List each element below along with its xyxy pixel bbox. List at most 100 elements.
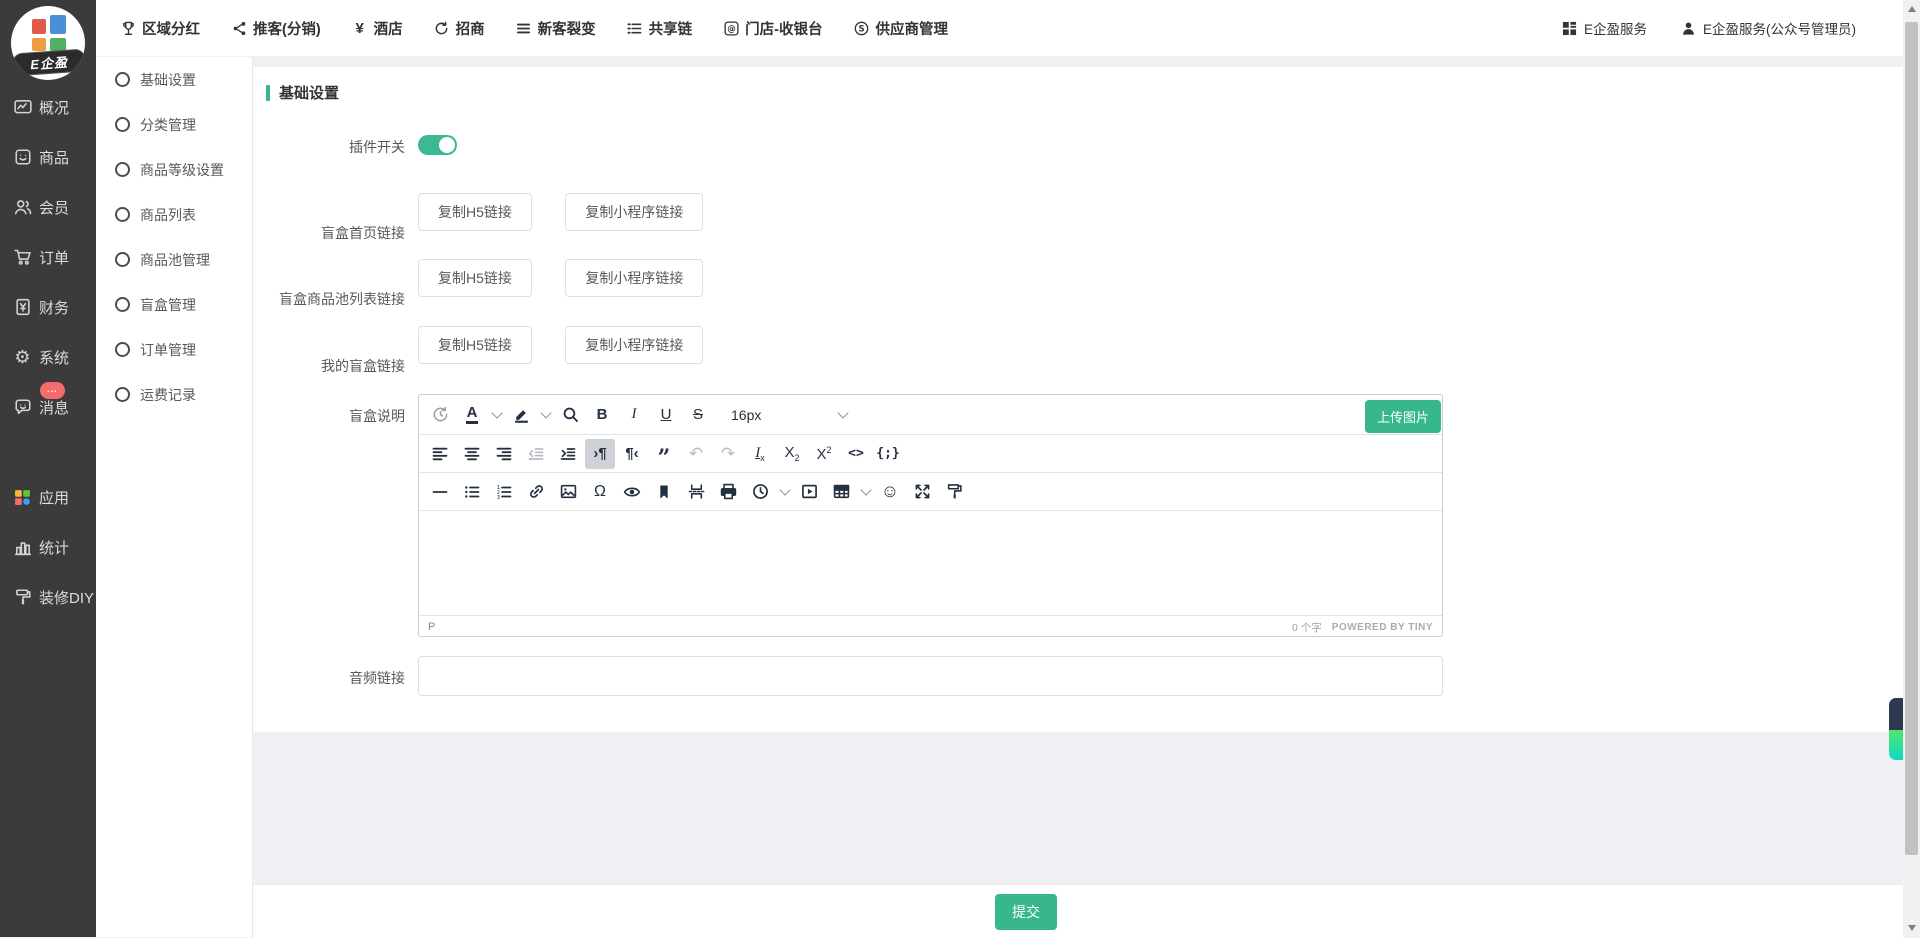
strikethrough-button[interactable]: S	[683, 400, 713, 430]
overview-icon	[14, 98, 32, 116]
table-button[interactable]	[826, 477, 856, 507]
table-menu-button[interactable]	[858, 477, 873, 507]
clear-formatting-button[interactable]: Ix	[745, 439, 775, 469]
anchor-button[interactable]	[649, 477, 679, 507]
undo-history-button[interactable]	[425, 400, 455, 430]
logo-orange-square	[32, 38, 46, 51]
service-menu[interactable]: E企盈服务	[1562, 18, 1647, 38]
powered-by-tiny[interactable]: POWERED BY TINY	[1332, 622, 1433, 633]
sidebar-item-goods[interactable]: 商品	[0, 142, 96, 172]
section-header: 基础设置	[266, 82, 339, 103]
emoticons-button[interactable]: ☺	[875, 477, 905, 507]
print-button[interactable]	[713, 477, 743, 507]
sidebar-item-system[interactable]: ⚙ 系统	[0, 342, 96, 372]
submenu-item-basic-settings[interactable]: 基础设置	[96, 57, 252, 102]
topnav-item-new-customer-fission[interactable]: 新客裂变	[516, 18, 596, 39]
highlight-color-menu-button[interactable]	[538, 400, 553, 430]
underline-button[interactable]: U	[651, 400, 681, 430]
main-sidebar: E企盈 概况 商品 会员 订单 财务 ⚙ 系统 消息 ...	[0, 0, 96, 937]
topnav-item-share-chain[interactable]: 共享链	[627, 18, 693, 39]
topnav-item-store-cashier[interactable]: @ 门店-收银台	[723, 18, 822, 39]
undo-button[interactable]: ↶	[681, 439, 711, 469]
code-button[interactable]: <>	[841, 439, 871, 469]
horizontal-rule-button[interactable]	[425, 477, 455, 507]
fullscreen-button[interactable]	[907, 477, 937, 507]
sidebar-item-messages[interactable]: 消息 ...	[0, 392, 96, 422]
topnav-item-supplier-management[interactable]: S 供应商管理	[854, 18, 949, 39]
search-replace-button[interactable]	[555, 400, 585, 430]
text-color-button[interactable]: A	[457, 400, 487, 430]
numbered-list-button[interactable]: 123	[489, 477, 519, 507]
rtl-button[interactable]: ¶‹	[617, 439, 647, 469]
font-size-select[interactable]: 16px	[722, 400, 856, 430]
image-button[interactable]	[553, 477, 583, 507]
preview-button[interactable]	[617, 477, 647, 507]
bold-button[interactable]: B	[587, 400, 617, 430]
radio-circle-icon	[115, 207, 130, 222]
editor-content-area[interactable]	[419, 511, 1442, 615]
outdent-button[interactable]	[521, 439, 551, 469]
indent-button[interactable]	[553, 439, 583, 469]
align-left-button[interactable]	[425, 439, 455, 469]
submenu-item-category-management[interactable]: 分类管理	[96, 102, 252, 147]
link-button[interactable]	[521, 477, 551, 507]
ltr-button[interactable]: ›¶	[585, 439, 615, 469]
sidebar-item-decorate-diy[interactable]: 装修DIY	[0, 582, 96, 612]
sidebar-item-orders[interactable]: 订单	[0, 242, 96, 272]
copy-h5-link-button[interactable]: 复制H5链接	[418, 326, 532, 364]
copy-h5-link-button[interactable]: 复制H5链接	[418, 259, 532, 297]
sidebar-item-members[interactable]: 会员	[0, 192, 96, 222]
sidebar-item-statistics[interactable]: 统计	[0, 532, 96, 562]
submenu-item-goods-level-settings[interactable]: 商品等级设置	[96, 147, 252, 192]
media-button[interactable]	[794, 477, 824, 507]
scroll-up-arrow-icon[interactable]	[1908, 6, 1916, 12]
superscript-button[interactable]: X2	[809, 439, 839, 469]
submenu-item-freight-records[interactable]: 运费记录	[96, 372, 252, 417]
account-menu[interactable]: E企盈服务(公众号管理员)	[1681, 18, 1856, 38]
special-char-button[interactable]: Ω	[585, 477, 615, 507]
subscript-button[interactable]: X2	[777, 439, 807, 469]
redo-button[interactable]: ↷	[713, 439, 743, 469]
copy-h5-link-button[interactable]: 复制H5链接	[418, 193, 532, 231]
copy-miniprogram-link-button[interactable]: 复制小程序链接	[565, 193, 703, 231]
insert-datetime-button[interactable]	[745, 477, 775, 507]
submenu: 基础设置 分类管理 商品等级设置 商品列表 商品池管理 盲盒管理 订单管理 运费…	[96, 56, 253, 937]
topnav-item-region-dividend[interactable]: 区域分红	[120, 18, 200, 39]
page-break-button[interactable]	[681, 477, 711, 507]
code-sample-button[interactable]: {;}	[873, 439, 903, 469]
audio-link-input[interactable]	[418, 656, 1443, 696]
sidebar-item-apps[interactable]: 应用	[0, 482, 96, 512]
submenu-item-blindbox-management[interactable]: 盲盒管理	[96, 282, 252, 327]
blockquote-icon: ”	[658, 445, 671, 463]
word-count[interactable]: 0 个字	[1292, 620, 1322, 635]
plugin-switch-toggle[interactable]	[418, 135, 457, 155]
datetime-menu-button[interactable]	[777, 477, 792, 507]
topnav-item-investment[interactable]: 招商	[434, 18, 485, 39]
submenu-item-order-management[interactable]: 订单管理	[96, 327, 252, 372]
submenu-item-goods-pool-management[interactable]: 商品池管理	[96, 237, 252, 282]
copy-miniprogram-link-button[interactable]: 复制小程序链接	[565, 326, 703, 364]
copy-miniprogram-link-button[interactable]: 复制小程序链接	[565, 259, 703, 297]
scrollbar-thumb[interactable]	[1905, 22, 1918, 855]
align-right-button[interactable]	[489, 439, 519, 469]
format-painter-button[interactable]	[939, 477, 969, 507]
scroll-down-arrow-icon[interactable]	[1908, 925, 1916, 931]
apps-grid-icon	[14, 489, 31, 506]
topnav-item-hotel[interactable]: ¥ 酒店	[352, 18, 403, 39]
submenu-item-goods-list[interactable]: 商品列表	[96, 192, 252, 237]
submit-button[interactable]: 提交	[995, 894, 1057, 930]
redo-icon: ↷	[721, 444, 735, 464]
upload-image-button[interactable]: 上传图片	[1365, 400, 1441, 433]
text-color-menu-button[interactable]	[489, 400, 504, 430]
element-path[interactable]: P	[428, 621, 435, 633]
align-center-button[interactable]	[457, 439, 487, 469]
highlight-color-button[interactable]	[506, 400, 536, 430]
topnav-item-promoter-distribution[interactable]: 推客(分销)	[231, 18, 321, 39]
italic-button[interactable]: I	[619, 400, 649, 430]
page-scrollbar[interactable]	[1903, 0, 1920, 937]
sidebar-item-overview[interactable]: 概况	[0, 92, 96, 122]
app-logo[interactable]: E企盈	[11, 6, 85, 80]
blockquote-button[interactable]: ”	[649, 439, 679, 469]
sidebar-item-finance[interactable]: 财务	[0, 292, 96, 322]
bullet-list-button[interactable]	[457, 477, 487, 507]
